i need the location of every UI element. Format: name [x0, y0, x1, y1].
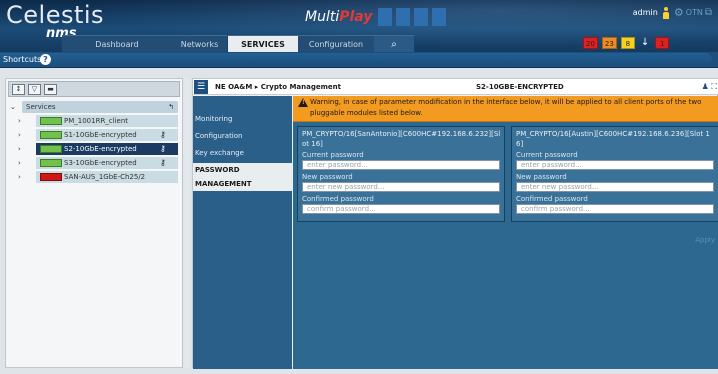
- user-icon[interactable]: [662, 6, 669, 19]
- chevron-down-icon[interactable]: ⌄: [10, 101, 16, 113]
- tab-dashboard[interactable]: Dashboard: [62, 35, 172, 52]
- detail-panel: ☰ NE OA&M ▸ Crypto Management S2-10GBE-E…: [192, 78, 718, 369]
- confirm-password-input[interactable]: [302, 204, 500, 214]
- tree-item[interactable]: › SAN-AUS_1GbE-Ch25/2: [8, 171, 180, 183]
- tree-toolbar: ↕ ▽ ▬: [8, 81, 180, 97]
- service-status-icon: [40, 117, 62, 125]
- arrow-down-icon[interactable]: ↓: [639, 37, 651, 49]
- confirm-password-input[interactable]: [516, 204, 714, 214]
- tab-networks[interactable]: Networks: [172, 35, 227, 52]
- warning-banner: ! Warning, in case of parameter modifica…: [293, 96, 718, 122]
- sort-icon[interactable]: ↕: [12, 84, 25, 95]
- fullscreen-icon[interactable]: ⛶: [711, 82, 717, 91]
- corner-arrow-icon[interactable]: ↰: [168, 101, 174, 113]
- gear-icon[interactable]: ⚙: [674, 6, 684, 19]
- celestis-logo: Celestis nms: [6, 1, 105, 41]
- new-password-label: New password: [516, 173, 567, 181]
- service-status-icon: [40, 159, 62, 167]
- chevron-right-icon[interactable]: ›: [18, 171, 21, 183]
- view-icon[interactable]: ▬: [44, 84, 57, 95]
- help-icon[interactable]: ?: [40, 54, 51, 65]
- hamburger-menu-icon[interactable]: ☰: [194, 80, 208, 94]
- warning-text: Warning, in case of parameter modificati…: [310, 98, 702, 117]
- tree-item-label: PM_1001RR_client: [64, 117, 129, 125]
- module-card-sanantonio: PM_CRYPTO/16[SanAntonio][C600HC#192.168.…: [297, 126, 505, 222]
- panel-splitter[interactable]: [184, 78, 190, 368]
- brand-square: [378, 8, 393, 26]
- multiplay-text: MultiPlay: [305, 9, 373, 25]
- shortcuts-strip: Shortcuts ?: [0, 53, 712, 67]
- tree-item-label: S3-10GbE-encrypted: [64, 159, 137, 167]
- tree-item-label: SAN-AUS_1GbE-Ch25/2: [64, 173, 146, 181]
- chevron-right-icon[interactable]: ›: [18, 143, 21, 155]
- tree-item-label: S2-10GbE-encrypted: [64, 145, 137, 153]
- nav-configuration[interactable]: Configuration: [195, 129, 242, 143]
- alarm-counters: 20 23 8 ↓ 1: [583, 37, 673, 49]
- tree-item[interactable]: › PM_1001RR_client: [8, 115, 180, 127]
- warning-icon: !: [298, 98, 308, 107]
- service-status-critical-icon: [40, 173, 62, 181]
- nav-password-management[interactable]: PASSWORD MANAGEMENT: [193, 163, 292, 191]
- tree-item[interactable]: › S1-10GbE-encrypted ⚷: [8, 129, 180, 141]
- otn-link[interactable]: OTN: [686, 8, 703, 17]
- current-password-input[interactable]: [302, 160, 500, 170]
- alarm-minor-count[interactable]: 8: [620, 37, 635, 49]
- brand-square: [396, 8, 411, 26]
- confirm-password-label: Confirmed password: [302, 195, 374, 203]
- service-status-icon: [40, 131, 62, 139]
- service-title: S2-10GBE-ENCRYPTED: [476, 83, 564, 91]
- tree-root-label: Services: [26, 103, 56, 111]
- module-card-title: PM_CRYPTO/16[Austin][C600HC#192.168.6.23…: [516, 130, 710, 148]
- new-password-input[interactable]: [302, 182, 500, 192]
- key-icon: ⚷: [160, 144, 166, 153]
- logo-main-text: Celestis: [6, 1, 105, 29]
- chevron-right-icon[interactable]: ›: [18, 115, 21, 127]
- service-status-icon: [40, 145, 62, 153]
- apply-button[interactable]: Apply: [695, 236, 715, 244]
- service-tree-panel: ↕ ▽ ▬ ⌄ Services ↰ › PM_1001RR_client › …: [5, 78, 183, 368]
- header-tool-icons: ♟ ⛶: [702, 79, 717, 95]
- current-password-input[interactable]: [516, 160, 714, 170]
- filter-icon[interactable]: ▽: [28, 84, 41, 95]
- confirm-password-label: Confirmed password: [516, 195, 588, 203]
- nav-monitoring[interactable]: Monitoring: [195, 112, 232, 126]
- detail-nav: Monitoring Configuration Key exchange PA…: [193, 96, 292, 369]
- service-tree: ⌄ Services ↰ › PM_1001RR_client › S1-10G…: [8, 101, 180, 185]
- nav-key-exchange[interactable]: Key exchange: [195, 146, 244, 160]
- user-name[interactable]: admin: [633, 8, 658, 17]
- tree-item-selected[interactable]: › S2-10GbE-encrypted ⚷: [8, 143, 180, 155]
- alarm-other-count[interactable]: 1: [655, 37, 670, 49]
- new-password-label: New password: [302, 173, 353, 181]
- tree-item-label: S1-10GbE-encrypted: [64, 131, 137, 139]
- alarm-major-count[interactable]: 23: [601, 37, 617, 49]
- alarm-critical-count[interactable]: 20: [583, 37, 598, 49]
- detail-header: ☰ NE OA&M ▸ Crypto Management S2-10GBE-E…: [193, 79, 718, 95]
- password-management-content: ! Warning, in case of parameter modifica…: [293, 96, 718, 369]
- key-icon: ⚷: [160, 158, 166, 167]
- tab-services[interactable]: SERVICES: [228, 35, 298, 52]
- tab-configuration[interactable]: Configuration: [298, 35, 374, 52]
- key-icon: ⚷: [160, 130, 166, 139]
- current-password-label: Current password: [302, 151, 364, 159]
- breadcrumb: NE OA&M ▸ Crypto Management: [215, 83, 341, 91]
- chevron-right-icon[interactable]: ›: [18, 157, 21, 169]
- external-link-icon[interactable]: ⧉: [705, 7, 712, 18]
- brand-square: [432, 8, 447, 26]
- top-header: Celestis nms MultiPlay admin ⚙ OTN ⧉ Das…: [0, 0, 718, 52]
- users-icon[interactable]: ♟: [702, 82, 709, 91]
- tree-root-services[interactable]: ⌄ Services ↰: [8, 101, 180, 113]
- module-card-austin: PM_CRYPTO/16[Austin][C600HC#192.168.6.23…: [511, 126, 718, 222]
- search-icon[interactable]: ⌕: [374, 35, 414, 52]
- tree-item[interactable]: › S3-10GbE-encrypted ⚷: [8, 157, 180, 169]
- multiplay-brand: MultiPlay: [305, 8, 447, 26]
- shortcuts-bar: Shortcuts ?: [0, 52, 718, 68]
- module-card-title: PM_CRYPTO/16[SanAntonio][C600HC#192.168.…: [302, 130, 501, 148]
- new-password-input[interactable]: [516, 182, 714, 192]
- shortcuts-label[interactable]: Shortcuts: [3, 54, 41, 66]
- chevron-right-icon[interactable]: ›: [18, 129, 21, 141]
- user-area: admin ⚙ OTN ⧉: [633, 6, 712, 19]
- app-window: Celestis nms MultiPlay admin ⚙ OTN ⧉ Das…: [0, 0, 718, 374]
- current-password-label: Current password: [516, 151, 578, 159]
- brand-square: [414, 8, 429, 26]
